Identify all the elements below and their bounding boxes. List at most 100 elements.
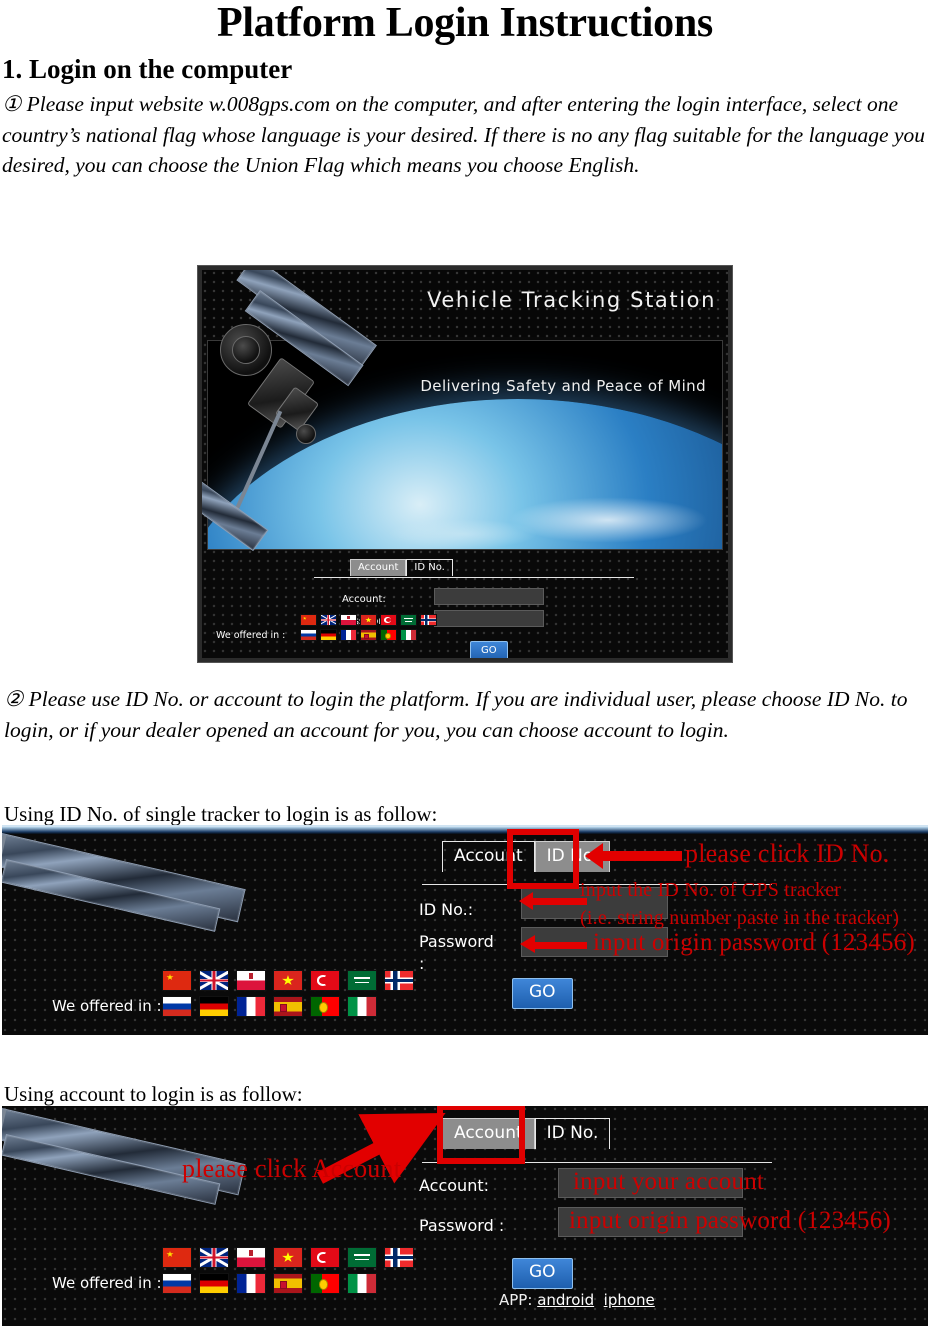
flag-norway-icon[interactable]: [384, 1247, 414, 1268]
go-button[interactable]: GO: [512, 978, 573, 1009]
flag-germany-icon[interactable]: [199, 1273, 229, 1294]
flag-france-icon[interactable]: [236, 1273, 266, 1294]
flag-vietnam-icon[interactable]: [360, 614, 377, 626]
flags-label: We offered in :: [52, 1274, 162, 1292]
flag-russia-icon[interactable]: [162, 996, 192, 1017]
annotation-click-id-no: please click ID No.: [685, 839, 890, 868]
tab-id-no[interactable]: ID No.: [406, 559, 453, 576]
flag-poland-icon[interactable]: [340, 614, 357, 626]
flag-turkey-icon[interactable]: [380, 614, 397, 626]
flag-saudi-arabia-icon[interactable]: [400, 614, 417, 626]
go-button[interactable]: GO: [512, 1258, 573, 1289]
flag-italy-icon[interactable]: [347, 1273, 377, 1294]
flag-portugal-icon[interactable]: [310, 1273, 340, 1294]
login-tabs: Account ID No.: [350, 558, 453, 576]
flag-portugal-icon[interactable]: [380, 629, 397, 641]
hero-photo: Delivering Safety and Peace of Mind: [207, 340, 723, 550]
id-no-label: ID No.:: [419, 900, 474, 919]
flag-spain-icon[interactable]: [360, 629, 377, 641]
flag-china-icon[interactable]: [162, 1247, 192, 1268]
annotation-arrow-shaft: [532, 898, 587, 905]
flag-row-2: [162, 996, 414, 1017]
annotation-input-password: input origin password (123456): [593, 929, 915, 956]
flag-row-2: [300, 629, 437, 641]
app-prefix-label: APP:: [499, 1291, 533, 1309]
password-label: Password :: [419, 1216, 505, 1235]
annotation-arrow-shaft: [535, 942, 587, 949]
cloud-graphic: [508, 497, 708, 543]
flag-norway-icon[interactable]: [384, 970, 414, 991]
flag-norway-icon[interactable]: [420, 614, 437, 626]
annotation-click-account: please click Account: [182, 1154, 402, 1183]
caption-account-login: Using account to login is as follow:: [4, 1082, 303, 1106]
annotation-input-id-line2: (i.e. string number paste in the tracker…: [580, 907, 900, 929]
annotation-box-id-no-tab: [507, 829, 579, 889]
language-flags: [300, 614, 437, 641]
login-banner: Vehicle Tracking Station: [202, 270, 728, 337]
flag-vietnam-icon[interactable]: [273, 1247, 303, 1268]
flag-russia-icon[interactable]: [300, 629, 317, 641]
go-button[interactable]: GO: [470, 641, 508, 658]
flag-portugal-icon[interactable]: [310, 996, 340, 1017]
login-form: AccountID No. Account: Password : GO APP…: [202, 552, 728, 658]
flag-saudi-arabia-icon[interactable]: [347, 970, 377, 991]
sky-strip: [2, 827, 928, 834]
paragraph-1: ① Please input website w.008gps.com on t…: [2, 92, 926, 178]
annotation-arrow-shaft: [602, 851, 682, 861]
annotation-input-id-line1: input the ID No. of GPS tracker: [580, 879, 842, 901]
account-label: Account:: [342, 594, 386, 605]
flag-vietnam-icon[interactable]: [273, 970, 303, 991]
flag-russia-icon[interactable]: [162, 1273, 192, 1294]
flags-label: We offered in :: [52, 997, 162, 1015]
flag-china-icon[interactable]: [162, 970, 192, 991]
annotation-arrow-head: [585, 843, 603, 869]
flag-spain-icon[interactable]: [273, 1273, 303, 1294]
section-heading-1: 1. Login on the computer: [2, 54, 293, 84]
flag-italy-icon[interactable]: [400, 629, 417, 641]
annotation-input-password: input origin password (123456): [569, 1207, 891, 1234]
flag-united-kingdom-icon[interactable]: [199, 970, 229, 991]
password-label: Password: [419, 932, 494, 951]
satellite-graphic: [2, 829, 282, 932]
account-input[interactable]: [434, 588, 544, 605]
flag-china-icon[interactable]: [300, 614, 317, 626]
flag-row-1: [162, 1247, 414, 1268]
flag-row-1: [300, 614, 437, 626]
annotation-arrow-head: [519, 892, 533, 910]
annotation-arrow-head: [520, 935, 535, 953]
flag-turkey-icon[interactable]: [310, 970, 340, 991]
flag-italy-icon[interactable]: [347, 996, 377, 1017]
app-iphone-link[interactable]: iphone: [604, 1291, 655, 1309]
flag-united-kingdom-icon[interactable]: [199, 1247, 229, 1268]
flag-poland-icon[interactable]: [236, 1247, 266, 1268]
tab-id-no[interactable]: ID No.: [534, 1118, 611, 1149]
annotation-input-account: input your account: [573, 1168, 765, 1195]
account-login-screenshot: Account ID No. Account: Password : GO APP…: [2, 1106, 928, 1326]
language-flags: [162, 1247, 414, 1294]
flag-spain-icon[interactable]: [273, 996, 303, 1017]
tagline: Delivering Safety and Peace of Mind: [420, 377, 706, 395]
flag-germany-icon[interactable]: [199, 996, 229, 1017]
flag-france-icon[interactable]: [236, 996, 266, 1017]
flag-saudi-arabia-icon[interactable]: [347, 1247, 377, 1268]
tabs-underline: [314, 577, 634, 578]
tab-account[interactable]: Account: [350, 559, 407, 576]
paragraph-2: ② Please use ID No. or account to login …: [4, 687, 908, 742]
banner-title: Vehicle Tracking Station: [427, 288, 716, 312]
flag-turkey-icon[interactable]: [310, 1247, 340, 1268]
password-label-colon: :: [419, 954, 425, 973]
app-android-link[interactable]: android: [537, 1291, 594, 1309]
password-input[interactable]: [434, 610, 544, 627]
login-page-screenshot: Vehicle Tracking Station Delivering Safe…: [197, 265, 733, 663]
app-links: APP: android iphone: [499, 1291, 655, 1309]
flag-row-1: [162, 970, 414, 991]
language-flags: [162, 970, 414, 1017]
flag-poland-icon[interactable]: [236, 970, 266, 991]
flag-united-kingdom-icon[interactable]: [320, 614, 337, 626]
cloud-graphic: [388, 519, 538, 549]
flag-germany-icon[interactable]: [320, 629, 337, 641]
flag-france-icon[interactable]: [340, 629, 357, 641]
id-login-screenshot: Account ID No. ID No.: Password : GO We o…: [2, 825, 928, 1035]
flags-label: We offered in :: [216, 630, 286, 641]
caption-id-login: Using ID No. of single tracker to login …: [4, 802, 438, 826]
